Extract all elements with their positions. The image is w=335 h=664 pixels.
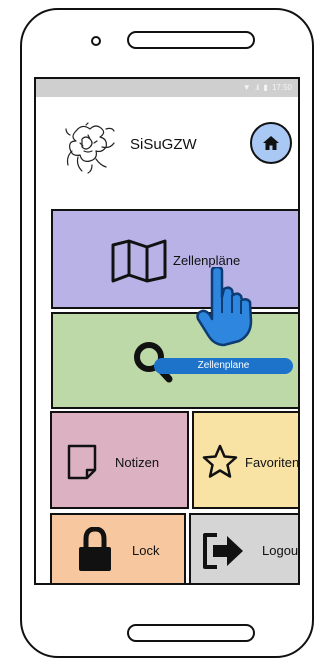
notizen-tile[interactable]: Notizen — [50, 411, 189, 509]
lock-label: Lock — [132, 543, 160, 558]
favoriten-tile[interactable]: Favoriten — [192, 411, 300, 509]
app-title: SiSuGZW — [130, 136, 197, 153]
coat-of-arms-logo — [65, 122, 115, 174]
search-tooltip: Zellenplane — [154, 358, 293, 374]
zellenplaene-tile[interactable]: Zellenpläne — [51, 209, 298, 309]
logout-tile[interactable]: Logout — [189, 513, 300, 583]
earpiece-speaker — [127, 31, 255, 49]
note-icon — [67, 444, 97, 480]
map-icon — [111, 239, 167, 283]
battery-icon: ▮ — [263, 83, 268, 92]
favoriten-label: Favoriten — [245, 455, 300, 470]
signal-icon: .ıl — [254, 83, 259, 92]
padlock-icon — [79, 527, 111, 571]
wifi-icon: ▼ — [242, 83, 251, 92]
home-icon — [263, 136, 279, 150]
pointer-hand-cursor — [196, 267, 253, 347]
logout-arrow-icon — [203, 533, 243, 569]
zellenplaene-label: Zellenpläne — [173, 253, 241, 268]
front-camera — [91, 36, 101, 46]
home-bar[interactable] — [127, 624, 255, 642]
logout-label: Logout — [262, 543, 300, 558]
star-icon — [202, 444, 238, 478]
home-button[interactable] — [250, 122, 292, 164]
status-time: 17:50 — [271, 83, 292, 92]
lock-tile[interactable]: Lock — [50, 513, 186, 583]
status-bar: ▼ .ıl ▮ 17:50 — [36, 79, 298, 97]
notizen-label: Notizen — [115, 455, 160, 470]
phone-screen: ▼ .ıl ▮ 17:50 SiSuGZW Zellenpläne Zellen… — [34, 77, 300, 585]
